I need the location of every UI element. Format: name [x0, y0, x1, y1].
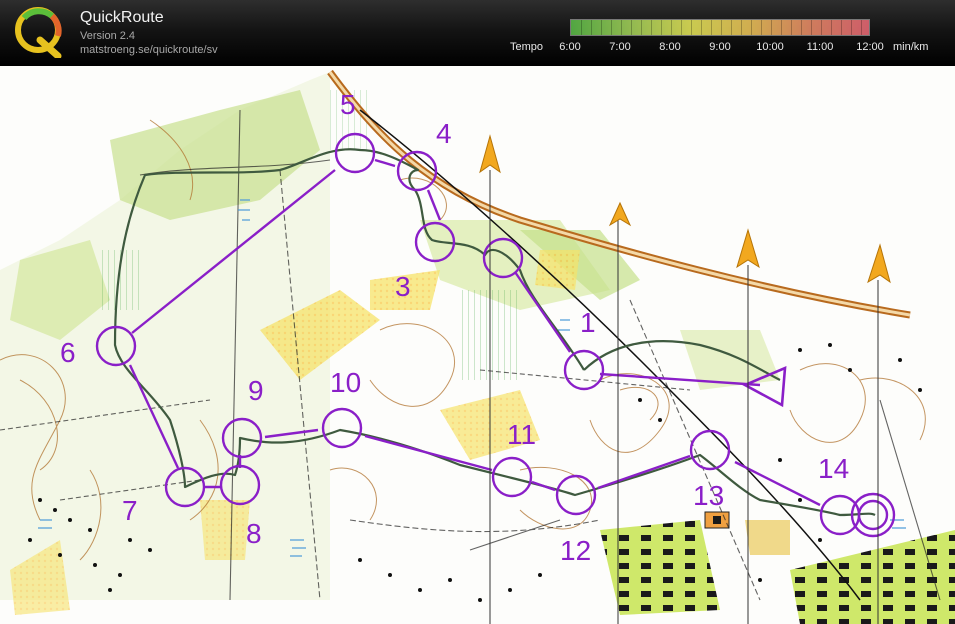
legend-cell-divider: [651, 20, 652, 35]
legend-cell-divider: [861, 20, 862, 35]
legend-cell-divider: [631, 20, 632, 35]
control-label: 13: [693, 480, 724, 511]
legend-cell-divider: [731, 20, 732, 35]
legend-cell-divider: [821, 20, 822, 35]
legend-cell-divider: [751, 20, 752, 35]
legend-cell-divider: [661, 20, 662, 35]
control-label: 7: [122, 495, 138, 526]
map-canvas[interactable]: 1 3 4 5 6 7 8 9 10 11 12 13 14: [0, 66, 955, 624]
legend-cell-divider: [601, 20, 602, 35]
app-url[interactable]: matstroeng.se/quickroute/sv: [80, 44, 218, 56]
arrow-marker-icon: [736, 228, 760, 624]
legend-cell-divider: [721, 20, 722, 35]
legend-cell-divider: [681, 20, 682, 35]
pace-legend-label: Tempo: [510, 41, 544, 53]
legend-cell-divider: [711, 20, 712, 35]
control-label: 6: [60, 337, 76, 368]
legend-cell-divider: [801, 20, 802, 35]
control-label: 1: [580, 307, 596, 338]
control-label: 14: [818, 453, 849, 484]
pace-tick: 7:00: [609, 41, 631, 53]
orienteering-map[interactable]: 1 3 4 5 6 7 8 9 10 11 12 13 14: [0, 66, 955, 624]
legend-cell-divider: [641, 20, 642, 35]
legend-cell-divider: [811, 20, 812, 35]
control-label: 5: [340, 89, 356, 120]
pace-tick: 9:00: [709, 41, 731, 53]
legend-cell-divider: [851, 20, 852, 35]
pace-legend-bar: [570, 19, 870, 36]
legend-cell-divider: [841, 20, 842, 35]
legend-cell-divider: [761, 20, 762, 35]
control-label: 4: [436, 118, 452, 149]
pace-tick: 6:00: [559, 41, 581, 53]
control-label: 11: [507, 419, 536, 450]
legend-cell-divider: [591, 20, 592, 35]
pace-tick: 12:00: [856, 41, 884, 53]
control-label: 9: [248, 375, 264, 406]
legend-cell-divider: [581, 20, 582, 35]
legend-cell-divider: [691, 20, 692, 35]
legend-cell-divider: [771, 20, 772, 35]
control-label: 3: [395, 271, 411, 302]
control-label: 12: [560, 535, 591, 566]
pace-tick: 8:00: [659, 41, 681, 53]
control-label: 10: [330, 367, 361, 398]
legend-cell-divider: [611, 20, 612, 35]
app-header: QuickRoute Version 2.4 matstroeng.se/qui…: [0, 0, 955, 66]
legend-cell-divider: [831, 20, 832, 35]
legend-cell-divider: [781, 20, 782, 35]
app-version: Version 2.4: [80, 30, 136, 42]
legend-cell-divider: [671, 20, 672, 35]
quickroute-logo-icon: [15, 7, 62, 58]
legend-cell-divider: [791, 20, 792, 35]
pace-unit: min/km: [893, 41, 929, 53]
legend-cell-divider: [741, 20, 742, 35]
control-label: 8: [246, 518, 262, 549]
pace-tick: 10:00: [756, 41, 784, 53]
app-title: QuickRoute: [80, 9, 164, 26]
legend-cell-divider: [621, 20, 622, 35]
pace-tick: 11:00: [806, 41, 834, 53]
legend-cell-divider: [701, 20, 702, 35]
